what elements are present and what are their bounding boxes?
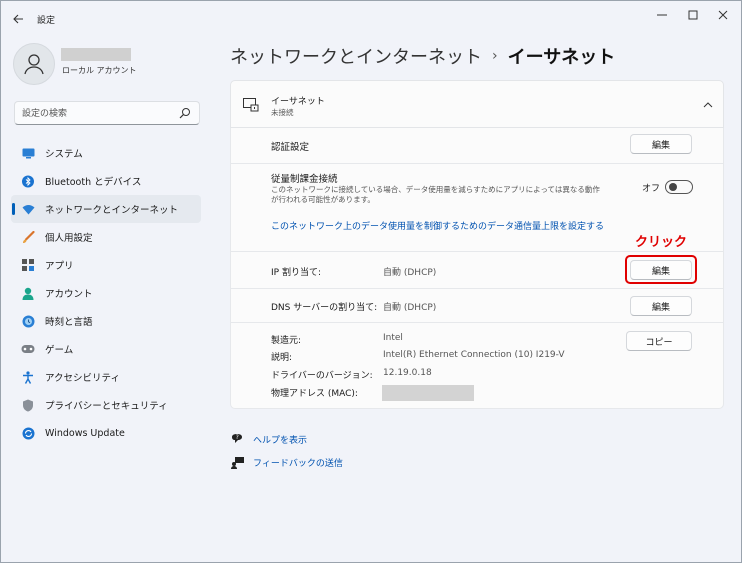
help-link[interactable]: ? ヘルプを表示 — [230, 432, 307, 446]
manufacturer-value: Intel — [383, 333, 403, 343]
search-icon[interactable] — [179, 107, 191, 119]
auth-edit-button[interactable]: 編集 — [630, 134, 692, 154]
click-highlight-box — [625, 255, 697, 284]
ethernet-header[interactable]: イーサネット 未接続 — [230, 80, 724, 128]
active-indicator — [12, 203, 15, 215]
manufacturer-label: 製造元: — [271, 336, 302, 346]
metered-toggle-label: オフ — [642, 184, 661, 194]
avatar — [13, 43, 55, 85]
ip-assignment-label: IP 割り当て: — [271, 268, 321, 278]
minimize-icon — [657, 14, 667, 16]
sidebar-item-label: Bluetooth とデバイス — [45, 177, 142, 188]
copy-button[interactable]: コピー — [626, 331, 692, 351]
dns-edit-button[interactable]: 編集 — [630, 296, 692, 316]
sidebar-item-label: アクセシビリティ — [45, 373, 120, 384]
sidebar-item-label: ゲーム — [45, 345, 74, 356]
metered-label: 従量制課金接続 — [271, 174, 338, 185]
network-icon — [21, 202, 35, 216]
sidebar-item-label: 個人用設定 — [45, 233, 93, 244]
description-label: 説明: — [271, 353, 293, 363]
sidebar-item-privacy[interactable]: プライバシーとセキュリティ — [11, 391, 201, 419]
sidebar-item-system[interactable]: システム — [11, 139, 201, 167]
breadcrumb: ネットワークとインターネット › イーサネット — [230, 43, 615, 69]
page-title: イーサネット — [507, 47, 616, 68]
dns-assignment-label: DNS サーバーの割り当て: — [271, 303, 378, 313]
account-type: ローカル アカウント — [62, 66, 137, 75]
sidebar-item-windows-update[interactable]: Windows Update — [11, 419, 201, 447]
driver-version-value: 12.19.0.18 — [383, 368, 432, 378]
sidebar-item-accessibility[interactable]: アクセシビリティ — [11, 363, 201, 391]
maximize-button[interactable] — [678, 5, 708, 25]
sidebar-item-label: アカウント — [45, 289, 93, 300]
mac-address-label: 物理アドレス (MAC): — [271, 389, 358, 399]
help-icon: ? — [230, 432, 244, 446]
breadcrumb-separator: › — [492, 48, 498, 64]
user-icon — [24, 54, 44, 75]
help-link-label: ヘルプを表示 — [253, 435, 308, 446]
chevron-up-icon[interactable] — [703, 101, 713, 108]
description-value: Intel(R) Ethernet Connection (10) I219-V — [383, 350, 565, 360]
ip-assignment-value: 自動 (DHCP) — [383, 268, 437, 278]
app-title: 設定 — [37, 16, 56, 26]
driver-version-label: ドライバーのバージョン: — [271, 371, 373, 381]
sidebar-item-label: アプリ — [45, 261, 74, 272]
breadcrumb-parent[interactable]: ネットワークとインターネット — [230, 43, 482, 69]
account-icon — [21, 286, 35, 300]
settings-window: 設定 ローカル アカウント システム Bluetooth とデバイス — [0, 0, 742, 563]
minimize-button[interactable] — [647, 5, 677, 25]
feedback-link-label: フィードバックの送信 — [253, 458, 343, 469]
windows-update-icon — [21, 426, 35, 440]
close-icon — [718, 10, 728, 20]
ethernet-status: 未接続 — [271, 108, 294, 117]
maximize-icon — [688, 10, 698, 20]
feedback-icon — [230, 455, 244, 469]
data-limit-link[interactable]: このネットワーク上のデータ使用量を制御するためのデータ通信量上限を設定する — [271, 219, 604, 232]
search-input[interactable] — [22, 106, 182, 121]
sidebar-item-label: 時刻と言語 — [45, 317, 93, 328]
back-arrow-icon — [12, 14, 23, 24]
sidebar-item-label: Windows Update — [45, 427, 125, 439]
bluetooth-icon — [21, 174, 35, 188]
sidebar-item-accounts[interactable]: アカウント — [11, 279, 201, 307]
ethernet-icon — [243, 98, 259, 112]
gaming-icon — [21, 342, 35, 356]
dns-assignment-row: DNS サーバーの割り当て: 自動 (DHCP) 編集 — [230, 289, 724, 323]
apps-icon — [21, 258, 35, 272]
dns-assignment-value: 自動 (DHCP) — [383, 303, 437, 313]
search-box[interactable] — [14, 101, 200, 125]
feedback-link[interactable]: フィードバックの送信 — [230, 455, 343, 469]
sidebar-item-label: ネットワークとインターネット — [45, 205, 179, 216]
click-annotation: クリック — [635, 235, 688, 250]
metered-description-line2: が行われる可能性があります。 — [271, 195, 375, 204]
time-language-icon — [21, 314, 35, 328]
sidebar-item-personalization[interactable]: 個人用設定 — [11, 223, 201, 251]
back-button[interactable] — [7, 9, 29, 29]
title-bar: 設定 — [1, 1, 741, 35]
auth-settings-row: 認証設定 編集 — [230, 128, 724, 164]
sidebar-item-gaming[interactable]: ゲーム — [11, 335, 201, 363]
auth-settings-label: 認証設定 — [271, 142, 310, 153]
close-button[interactable] — [708, 5, 738, 25]
adapter-properties-row: 製造元: Intel 説明: Intel(R) Ethernet Connect… — [230, 323, 724, 409]
personalization-icon — [21, 230, 35, 244]
privacy-icon — [21, 398, 35, 412]
profile-name-redacted — [61, 48, 131, 61]
sidebar-item-bluetooth[interactable]: Bluetooth とデバイス — [11, 167, 201, 195]
sidebar-item-label: プライバシーとセキュリティ — [45, 401, 168, 412]
metered-toggle[interactable] — [665, 180, 693, 194]
sidebar-item-network[interactable]: ネットワークとインターネット — [11, 195, 201, 223]
ethernet-title: イーサネット — [271, 97, 325, 107]
sidebar-item-apps[interactable]: アプリ — [11, 251, 201, 279]
accessibility-icon — [21, 370, 35, 384]
sidebar-item-label: システム — [45, 149, 83, 160]
sidebar-nav: システム Bluetooth とデバイス ネットワークとインターネット 個人用設… — [11, 139, 201, 447]
sidebar-item-time-language[interactable]: 時刻と言語 — [11, 307, 201, 335]
mac-address-redacted — [382, 385, 474, 401]
system-icon — [21, 146, 35, 160]
svg-text:?: ? — [235, 434, 238, 441]
